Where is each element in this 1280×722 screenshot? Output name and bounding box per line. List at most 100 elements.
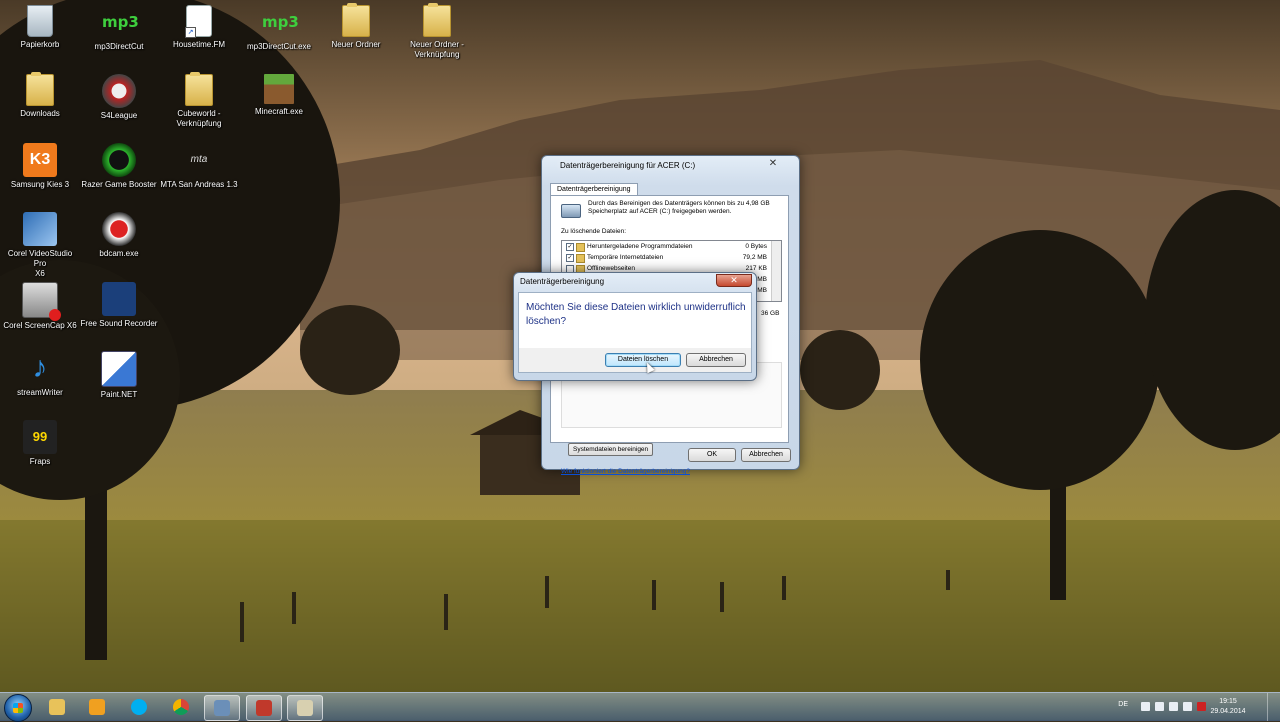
start-button[interactable] — [4, 694, 32, 722]
desktop-icon-label: Paint.NET — [100, 390, 138, 399]
folder-icon — [49, 699, 65, 715]
razer-icon — [102, 143, 136, 177]
flag-icon[interactable] — [1155, 702, 1164, 711]
clock-date: 29.04.2014 — [1210, 708, 1246, 715]
desktop-icon-label: Cubeworld - Verknüpfung — [176, 109, 222, 128]
checkbox[interactable]: ✓ — [566, 254, 574, 262]
desktop-icon-label: Papierkorb — [20, 40, 60, 49]
desktop-icon-fraps[interactable]: 99 Fraps — [1, 420, 79, 467]
desktop-icon-label: Minecraft.exe — [254, 107, 304, 116]
desktop-icon-neuer-ordner[interactable]: Neuer Ordner — [317, 3, 395, 50]
desktop-icon-label: Samsung Kies 3 — [10, 180, 70, 189]
desktop-icon-label: Housetime.FM — [172, 40, 225, 49]
s4league-icon — [102, 74, 136, 108]
corel-icon — [23, 212, 57, 246]
desktop-icon-label: Neuer Ordner - Verknüpfung — [410, 40, 464, 59]
file-name: Heruntergeladene Programmdateien — [587, 243, 693, 250]
recycle-bin-icon — [27, 5, 53, 37]
desktop-icon-bdcam[interactable]: bdcam.exe — [80, 212, 158, 259]
system-tray: DE 19:15 29.04.2014 — [1080, 693, 1280, 721]
file-size: MB — [757, 287, 767, 294]
taskbar-app-corel-videostudio[interactable] — [204, 695, 240, 721]
taskbar-app-explorer[interactable] — [40, 695, 74, 719]
list-item[interactable]: ✓ Temporäre Internetdateien 79,2 MB — [562, 252, 781, 263]
taskbar-app-chrome[interactable] — [164, 695, 198, 719]
taskbar-app-disk-cleanup[interactable] — [287, 695, 323, 721]
desktop-icon-downloads[interactable]: Downloads — [1, 72, 79, 119]
file-size: 0 Bytes — [745, 243, 767, 250]
desktop-icon-mp3directcut-exe[interactable]: mp3 mp3DirectCut.exe — [240, 5, 318, 52]
file-size: 79,2 MB — [742, 254, 767, 261]
tray-arrow-icon[interactable] — [1141, 702, 1150, 711]
window-title: Datenträgerbereinigung für ACER (C:) — [560, 161, 696, 170]
desktop-icon-mta[interactable]: mta MTA San Andreas 1.3 — [160, 143, 238, 190]
mta-icon: mta — [190, 154, 208, 165]
button-bar: Dateien löschen Abbrechen — [518, 348, 752, 373]
desktop-icon-papierkorb[interactable]: Papierkorb — [1, 5, 79, 50]
desktop-icon-label: Fraps — [29, 457, 51, 466]
skype-icon — [131, 699, 147, 715]
cleanup-description: Durch das Bereinigen des Datenträgers kö… — [588, 200, 770, 215]
desktop-icon-label: Neuer Ordner — [331, 40, 381, 49]
taskbar-app-corel-screencap[interactable] — [246, 695, 282, 721]
checkbox[interactable]: ✓ — [566, 243, 574, 251]
taskbar-app-media-player[interactable] — [80, 695, 114, 719]
confirm-dialog: Datenträgerbereinigung ✕ Möchten Sie die… — [513, 272, 757, 381]
folder-icon — [342, 3, 370, 37]
desktop-icon-corel-videostudio[interactable]: Corel VideoStudio Pro X6 — [1, 212, 79, 279]
desktop-icon-housetime[interactable]: ↗ Housetime.FM — [160, 5, 238, 50]
desktop-icon-minecraft[interactable]: Minecraft.exe — [240, 74, 318, 117]
drive-icon — [561, 204, 581, 218]
clock-time: 19:15 — [1219, 698, 1237, 705]
desktop-icon-free-sound-recorder[interactable]: Free Sound Recorder — [80, 282, 158, 329]
desktop-icon-label: Corel ScreenCap X6 — [3, 321, 77, 330]
close-button[interactable]: ✕ — [753, 157, 793, 171]
desktop-icon-mp3directcut[interactable]: mp3 mp3DirectCut — [80, 5, 158, 52]
screencap-icon — [256, 700, 272, 716]
network-icon[interactable] — [1183, 702, 1192, 711]
antivirus-shield-icon[interactable] — [1197, 702, 1206, 711]
desktop-icon-razer-game-booster[interactable]: Razer Game Booster — [80, 143, 158, 190]
dialog-title: Datenträgerbereinigung — [520, 277, 605, 286]
desktop-icon-paint-net[interactable]: Paint.NET — [80, 351, 158, 400]
document-icon: ↗ — [185, 5, 212, 38]
confirm-message: Möchten Sie diese Dateien wirklich unwid… — [526, 302, 746, 327]
sound-recorder-icon — [102, 282, 136, 316]
desktop-icon-corel-screencap[interactable]: Corel ScreenCap X6 — [1, 282, 79, 331]
desktop-icon-streamwriter[interactable]: ♪ streamWriter — [1, 351, 79, 398]
desktop-icon-label: Downloads — [20, 109, 60, 118]
clean-system-files-button[interactable]: Systemdateien bereinigen — [568, 443, 654, 456]
taskbar-app-skype[interactable] — [122, 695, 156, 719]
desktop-icon-cubeworld[interactable]: Cubeworld - Verknüpfung — [160, 72, 238, 129]
desktop-icon-label: S4League — [100, 111, 138, 120]
close-button[interactable]: ✕ — [716, 274, 752, 287]
desktop-icon-neuer-ordner-link[interactable]: Neuer Ordner - Verknüpfung — [398, 3, 476, 60]
chrome-icon — [173, 699, 189, 715]
language-indicator[interactable]: DE — [1118, 701, 1128, 708]
ok-button[interactable]: OK — [688, 448, 736, 462]
corel-icon — [214, 700, 230, 716]
help-link[interactable]: Wie funktioniert die Datenträgerbereinig… — [561, 468, 690, 475]
disk-cleanup-icon — [297, 700, 313, 716]
folder-icon — [423, 3, 451, 37]
shortcut-arrow-icon: ↗ — [185, 27, 196, 38]
cancel-button[interactable]: Abbrechen — [686, 353, 746, 367]
fraps-icon: 99 — [23, 420, 57, 454]
show-desktop-button[interactable] — [1267, 693, 1280, 721]
scrollbar[interactable] — [771, 241, 781, 301]
desktop-icon-s4league[interactable]: S4League — [80, 74, 158, 121]
folder-icon — [185, 72, 213, 106]
clock[interactable]: 19:15 29.04.2014 — [1208, 697, 1248, 717]
tab-disk-cleanup[interactable]: Datenträgerbereinigung — [550, 183, 638, 195]
power-icon[interactable] — [1169, 702, 1178, 711]
lock-icon — [576, 254, 585, 263]
cancel-button[interactable]: Abbrechen — [741, 448, 791, 462]
desktop-icon-label: mp3DirectCut.exe — [246, 42, 312, 51]
bandicam-icon — [102, 212, 136, 246]
kies-icon: K3 — [23, 143, 57, 177]
desktop-icon-samsung-kies[interactable]: K3 Samsung Kies 3 — [1, 143, 79, 190]
files-label: Zu löschende Dateien: — [561, 228, 627, 235]
desktop-icon-label: bdcam.exe — [99, 249, 139, 258]
list-item[interactable]: ✓ Heruntergeladene Programmdateien 0 Byt… — [562, 241, 781, 252]
desktop-icon-label: Razer Game Booster — [81, 180, 157, 189]
